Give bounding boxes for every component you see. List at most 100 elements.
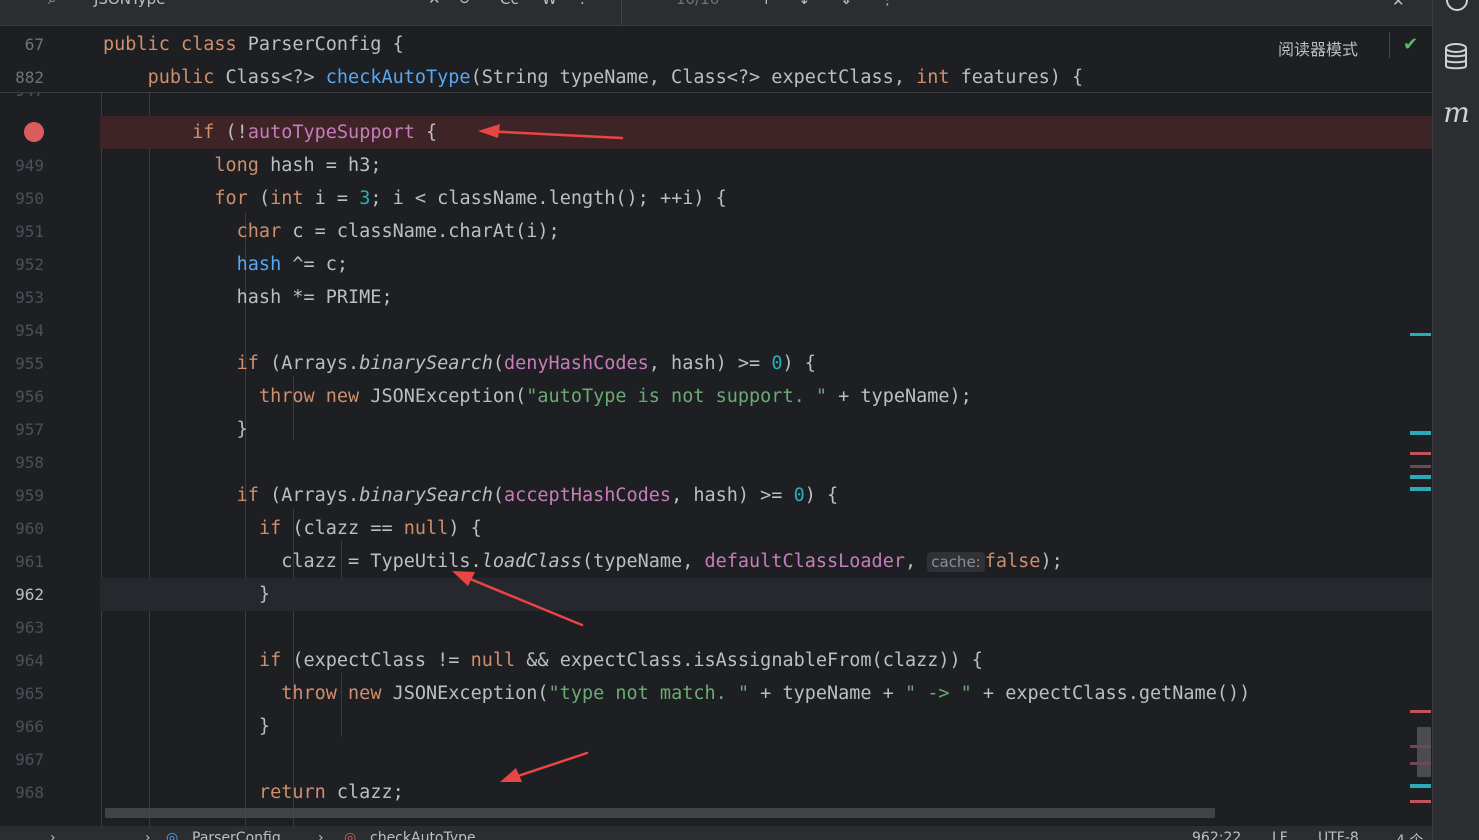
close-icon[interactable]: ✕ (428, 0, 441, 8)
more-icon[interactable]: ⋮ (880, 0, 895, 8)
whole-words-toggle[interactable]: W (542, 0, 557, 8)
code-text: if (!autoTypeSupport { (103, 116, 437, 149)
code-token: + expectClass.getName()) (971, 683, 1251, 704)
ai-assistant-icon[interactable]: m (1433, 96, 1479, 129)
code-line[interactable]: 950 for (int i = 3; i < className.length… (0, 182, 1432, 215)
check-icon[interactable]: ✔ (1403, 34, 1418, 55)
sticky-line[interactable]: 67 public class ParserConfig { (0, 28, 1432, 61)
next-match-icon[interactable]: ↓ (798, 0, 811, 8)
sticky-line[interactable]: 882 public Class<?> checkAutoType(String… (0, 61, 1432, 94)
line-number[interactable]: 967 (0, 743, 44, 776)
code-line[interactable]: 968 return clazz; (0, 776, 1432, 809)
line-number[interactable]: 960 (0, 512, 44, 545)
code-line[interactable]: 960 if (clazz == null) { (0, 512, 1432, 545)
error-stripe-marker[interactable] (1410, 452, 1431, 455)
error-stripe-marker[interactable] (1410, 762, 1431, 765)
line-number[interactable]: 959 (0, 479, 44, 512)
regex-toggle[interactable]: .* (580, 0, 592, 8)
history-icon[interactable]: ↻ (458, 0, 471, 8)
line-number[interactable]: 968 (0, 776, 44, 809)
code-line[interactable]: 961 clazz = TypeUtils.loadClass(typeName… (0, 545, 1432, 578)
code-token: binarySearch (359, 353, 493, 374)
line-number[interactable]: 962 (0, 578, 44, 611)
code-line[interactable]: 963 (0, 611, 1432, 644)
match-case-toggle[interactable]: Cc (500, 0, 519, 8)
code-line[interactable]: 952 hash ^= c; (0, 248, 1432, 281)
error-stripe-marker[interactable] (1410, 475, 1431, 479)
breakpoint-icon[interactable] (24, 122, 44, 142)
close-find-icon[interactable]: ✕ (1392, 0, 1405, 10)
breadcrumb-method[interactable]: checkAutoType (370, 830, 476, 840)
line-number[interactable]: 952 (0, 248, 44, 281)
caret-position[interactable]: 962:22 (1192, 830, 1241, 840)
error-stripe-marker[interactable] (1410, 465, 1431, 468)
error-stripe-marker[interactable] (1410, 333, 1431, 336)
database-icon[interactable] (1433, 42, 1479, 72)
vertical-scrollbar-thumb[interactable] (1417, 727, 1431, 777)
line-number[interactable]: 966 (0, 710, 44, 743)
code-token: c = className.charAt(i); (281, 221, 560, 242)
code-line[interactable]: 965 throw new JSONException("type not ma… (0, 677, 1432, 710)
breadcrumb-root[interactable]: … (0, 830, 14, 840)
reader-mode-button[interactable]: 阅读器模式 (1278, 36, 1358, 60)
file-encoding[interactable]: UTF-8 (1318, 830, 1359, 840)
line-number[interactable]: 954 (0, 314, 44, 347)
code-token: if (236, 485, 259, 506)
find-bar: ⌕ JSONType ✕ ↻ Cc W .* 10/16 ↑ ↓ ⇕ ⋮ ✕ (0, 0, 1432, 26)
code-line[interactable]: 958 (0, 446, 1432, 479)
code-line[interactable]: 967 (0, 743, 1432, 776)
code-editor[interactable]: 67 public class ParserConfig { 882 publi… (0, 26, 1432, 840)
code-token: (typeName, (581, 551, 705, 572)
prev-match-icon[interactable]: ↑ (760, 0, 773, 8)
line-number[interactable]: 958 (0, 446, 44, 479)
error-stripe-marker[interactable] (1410, 487, 1431, 491)
code-token: ) { (782, 353, 816, 374)
code-token: checkAutoType (325, 67, 471, 88)
line-number[interactable]: 963 (0, 611, 44, 644)
line-separator[interactable]: LF (1272, 830, 1288, 840)
code-line[interactable]: 949 long hash = h3; (0, 149, 1432, 182)
error-stripe-marker[interactable] (1410, 710, 1431, 713)
line-number: 882 (15, 68, 44, 87)
horizontal-scrollbar[interactable] (105, 808, 1215, 818)
error-stripe-marker[interactable] (1410, 784, 1431, 788)
code-line[interactable]: 956 throw new JSONException("autoType is… (0, 380, 1432, 413)
line-number[interactable]: 961 (0, 545, 44, 578)
line-number[interactable]: 950 (0, 182, 44, 215)
code-line[interactable]: 962 } (15, 578, 1432, 611)
search-icon[interactable]: ⌕ (48, 0, 56, 8)
code-token: if (236, 353, 259, 374)
code-token: (expectClass != (281, 650, 471, 671)
select-all-icon[interactable]: ⇕ (840, 0, 853, 8)
indent-setting[interactable]: 4 个空格 (1396, 830, 1432, 840)
line-number[interactable]: 964 (0, 644, 44, 677)
code-token: throw new (281, 683, 382, 704)
line-number[interactable]: 953 (0, 281, 44, 314)
line-number[interactable]: 949 (0, 149, 44, 182)
code-line[interactable]: 957 } (0, 413, 1432, 446)
code-line[interactable]: 959 if (Arrays.binarySearch(acceptHashCo… (0, 479, 1432, 512)
code-line[interactable]: 954 (0, 314, 1432, 347)
code-line[interactable]: 951 char c = className.charAt(i); (0, 215, 1432, 248)
line-number[interactable]: 957 (0, 413, 44, 446)
error-stripe-marker[interactable] (1410, 800, 1431, 803)
error-stripe-marker[interactable] (1410, 745, 1431, 748)
code-line[interactable]: 966 } (0, 710, 1432, 743)
method-icon: ◎ (344, 830, 357, 840)
match-count: 10/16 (676, 0, 719, 8)
search-input[interactable]: JSONType (94, 0, 165, 8)
code-line[interactable]: 955 if (Arrays.binarySearch(denyHashCode… (0, 347, 1432, 380)
line-number[interactable]: 956 (0, 380, 44, 413)
error-stripe-marker[interactable] (1410, 431, 1431, 435)
line-number[interactable]: 965 (0, 677, 44, 710)
code-line[interactable]: 964 if (expectClass != null && expectCla… (0, 644, 1432, 677)
code-token: } (103, 584, 271, 605)
line-number[interactable]: 955 (0, 347, 44, 380)
line-number[interactable]: 951 (0, 215, 44, 248)
code-line[interactable]: if (!autoTypeSupport { (24, 116, 1432, 149)
code-line[interactable]: 953 hash *= PRIME; (0, 281, 1432, 314)
notifications-icon[interactable] (1433, 0, 1479, 14)
breadcrumb-class[interactable]: ParserConfig (192, 830, 281, 840)
